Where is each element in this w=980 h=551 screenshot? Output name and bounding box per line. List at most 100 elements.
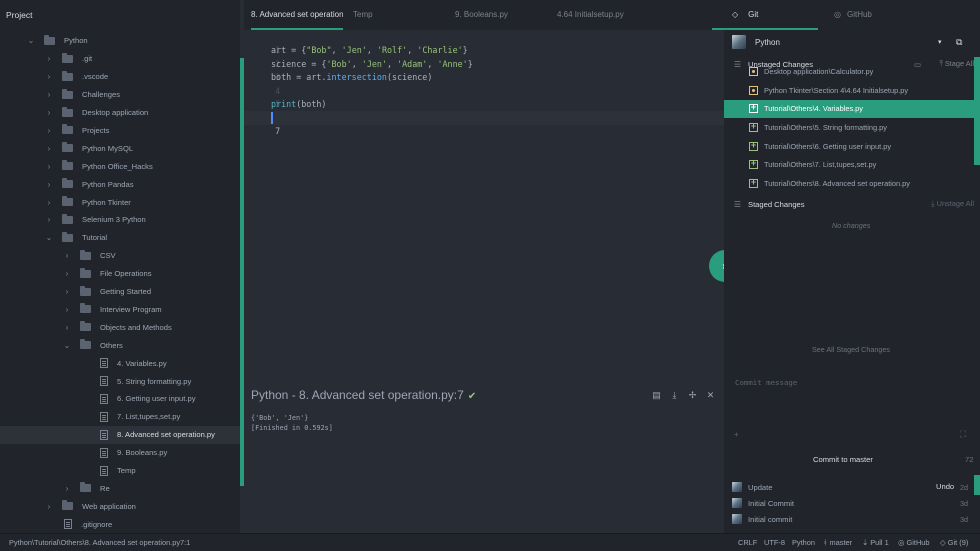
tree-item-label: Tutorial (82, 233, 108, 243)
unstaged-file-item[interactable]: Tutorial\Others\7. List,tupes,set.py (724, 156, 980, 175)
expand-editor-icon[interactable]: ⛶ (960, 429, 966, 440)
tree-folder[interactable]: › Interview Program (0, 301, 240, 319)
scroll-accent[interactable] (974, 57, 980, 165)
status-branch[interactable]: ᚼ master (823, 538, 852, 547)
commit-log-item[interactable]: Initial commit 3d (724, 511, 980, 527)
tree-folder[interactable]: ⌄ Python (0, 32, 240, 50)
chevron-right-icon[interactable]: › (44, 180, 54, 189)
status-pull[interactable]: ⇣ Pull 1 (862, 538, 889, 547)
tree-folder[interactable]: › Python Pandas (0, 175, 240, 193)
chevron-right-icon[interactable]: › (62, 251, 72, 260)
commit-message-input[interactable]: Commit message (735, 378, 797, 387)
status-git[interactable]: ◇ Git (9) (940, 538, 968, 547)
tab-booleans[interactable]: 9. Booleans.py (455, 0, 535, 30)
chevron-right-icon[interactable]: › (62, 287, 72, 296)
chevron-right-icon[interactable]: › (44, 72, 54, 81)
tree-file[interactable]: 9. Booleans.py (0, 444, 240, 462)
tree-item-label: Python Pandas (82, 179, 134, 189)
chevron-right-icon[interactable]: › (62, 323, 72, 332)
chevron-down-icon[interactable]: ⌄ (44, 233, 54, 242)
download-icon[interactable]: ⤓ (669, 390, 680, 401)
tab-github[interactable]: ◎ GitHub (834, 0, 872, 30)
status-line-ending[interactable]: CRLF (738, 538, 757, 547)
tree-folder[interactable]: › Challenges (0, 86, 240, 104)
unstaged-file-item[interactable]: Tutorial\Others\6. Getting user input.py (724, 137, 980, 156)
chevron-right-icon[interactable]: › (44, 198, 54, 207)
tree-folder[interactable]: › Objects and Methods (0, 318, 240, 336)
chevron-right-icon[interactable]: › (44, 108, 54, 117)
chevron-down-icon[interactable]: ▾ (938, 38, 942, 46)
tree-file[interactable]: 5. String formatting.py (0, 372, 240, 390)
chevron-right-icon[interactable]: › (44, 144, 54, 153)
unstaged-file-item[interactable]: Tutorial\Others\5. String formatting.py (724, 118, 980, 137)
undo-button[interactable]: Undo (936, 482, 954, 491)
unstaged-file-item[interactable]: Tutorial\Others\8. Advanced set operatio… (724, 174, 980, 193)
tab-git[interactable]: ◇ Git (711, 0, 820, 30)
tree-file[interactable]: 7. List,tupes,set.py (0, 408, 240, 426)
tree-folder[interactable]: ⌄ Others (0, 336, 240, 354)
chevron-right-icon[interactable]: › (44, 90, 54, 99)
status-encoding[interactable]: UTF-8 (764, 538, 785, 547)
tree-folder[interactable]: ⌄ Tutorial (0, 229, 240, 247)
code-line[interactable]: 3 science = {'Bob', 'Jen', 'Adam', 'Anne… (244, 58, 724, 82)
chevron-right-icon[interactable]: › (44, 215, 54, 224)
refresh-icon[interactable]: ⧉ (956, 37, 962, 48)
settings-icon[interactable]: ✢ (687, 390, 698, 401)
chevron-down-icon[interactable]: ⌄ (62, 341, 72, 350)
unstage-all-button[interactable]: ⤓ Unstage All (931, 199, 974, 209)
code-line[interactable]: 1 (244, 31, 724, 55)
file-icon (100, 358, 108, 369)
tree-folder[interactable]: › Python MySQL (0, 139, 240, 157)
unstaged-file-item[interactable]: Desktop application\Calculator.py (724, 63, 980, 82)
tree-file[interactable]: .gitignore (0, 515, 240, 533)
tree-file[interactable]: 6. Getting user input.py (0, 390, 240, 408)
chevron-right-icon[interactable]: › (62, 484, 72, 493)
status-github[interactable]: ◎ GitHub (898, 538, 930, 547)
chevron-down-icon[interactable]: ⌄ (26, 36, 36, 45)
tree-file[interactable]: 4. Variables.py (0, 354, 240, 372)
scroll-accent[interactable] (974, 475, 980, 495)
unstaged-file-item[interactable]: Python Tkinter\Section 4\4.64 Initialset… (724, 81, 980, 100)
tree-folder[interactable]: › .vscode (0, 68, 240, 86)
tree-item-label: .git (82, 54, 93, 64)
code-line[interactable]: 2 art = {"Bob", 'Jen', 'Rolf', 'Charlie'… (244, 44, 724, 68)
chevron-right-icon[interactable]: › (62, 269, 72, 278)
commit-log-item[interactable]: Initial Commit 3d (724, 495, 980, 511)
tab-temp[interactable]: Temp (353, 0, 393, 30)
tab-initialsetup[interactable]: 4.64 Initialsetup.py (557, 0, 647, 30)
tab-advanced-set-operation[interactable]: 8. Advanced set operation.py (251, 0, 343, 30)
chevron-right-icon[interactable]: › (44, 54, 54, 63)
tree-folder[interactable]: › Re (0, 480, 240, 498)
tree-folder[interactable]: › Desktop application (0, 104, 240, 122)
tree-folder[interactable]: › CSV (0, 247, 240, 265)
unstaged-file-item[interactable]: Tutorial\Others\4. Variables.py (724, 99, 980, 119)
see-all-staged-link[interactable]: See All Staged Changes (812, 345, 890, 354)
chevron-right-icon[interactable]: › (44, 502, 54, 511)
tree-folder[interactable]: › Web application (0, 497, 240, 515)
tree-file[interactable]: Temp (0, 462, 240, 480)
tree-folder[interactable]: › Projects (0, 122, 240, 140)
chevron-right-icon[interactable]: › (62, 305, 72, 314)
code-line[interactable]: 4 both = art.intersection(science) (244, 71, 724, 95)
tree-folder[interactable]: › Getting Started (0, 283, 240, 301)
code-line[interactable]: 5 (244, 85, 724, 109)
code-line[interactable]: 6 print(both) (244, 98, 724, 122)
code-line-current[interactable]: 7 (244, 111, 724, 136)
tree-folder[interactable]: › Python Office_Hacks (0, 157, 240, 175)
copy-output-icon[interactable]: ▤ (651, 390, 662, 401)
tree-folder[interactable]: › .git (0, 50, 240, 68)
code-editor[interactable]: 1 2 art = {"Bob", 'Jen', 'Rolf', 'Charli… (240, 30, 724, 385)
tree-folder[interactable]: › Selenium 3 Python (0, 211, 240, 229)
chevron-right-icon[interactable]: › (44, 126, 54, 135)
chevron-right-icon[interactable]: › (44, 162, 54, 171)
close-icon[interactable]: ✕ (705, 390, 716, 401)
commit-button[interactable]: Commit to master 72 (724, 452, 980, 468)
co-author-icon[interactable]: + (734, 430, 739, 439)
status-file-path[interactable]: Python\Tutorial\Others\8. Advanced set o… (9, 538, 180, 547)
tree-file[interactable]: 8. Advanced set operation.py (0, 425, 240, 444)
tree-folder[interactable]: › File Operations (0, 265, 240, 283)
tree-folder[interactable]: › Python Tkinter (0, 193, 240, 211)
status-grammar[interactable]: Python (792, 538, 815, 547)
repository-selector[interactable]: Python ▾ ⧉ (724, 32, 980, 52)
status-cursor-position[interactable]: 7:1 (180, 538, 190, 547)
